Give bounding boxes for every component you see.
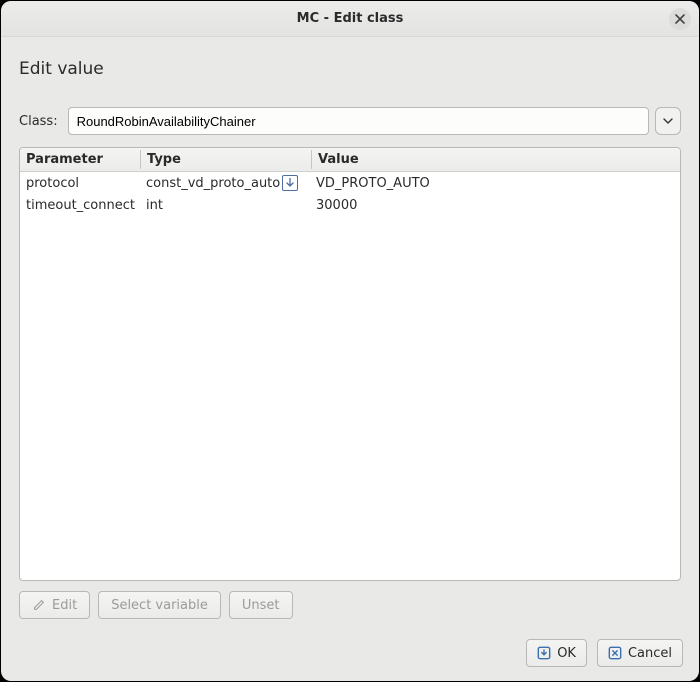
cell-value: 30000	[310, 194, 680, 216]
page-title: Edit value	[19, 59, 681, 79]
dialog-window: MC - Edit class Edit value Class: Parame…	[1, 1, 699, 681]
select-variable-button[interactable]: Select variable	[98, 591, 221, 619]
class-combobox	[68, 107, 681, 135]
chevron-down-icon	[663, 116, 673, 126]
class-label: Class:	[19, 114, 58, 129]
cell-parameter: timeout_connect	[20, 194, 140, 216]
close-icon	[675, 14, 685, 24]
unset-button[interactable]: Unset	[229, 591, 293, 619]
table-header: Parameter Type Value	[20, 148, 680, 172]
unset-label: Unset	[242, 598, 280, 613]
footer: OK Cancel	[1, 629, 699, 681]
content-area: Edit value Class: Parameter Type Value p…	[1, 37, 699, 629]
edit-button[interactable]: Edit	[19, 591, 90, 619]
class-dropdown-button[interactable]	[655, 107, 681, 135]
parameter-table: Parameter Type Value protocolconst_vd_pr…	[19, 147, 681, 581]
ok-label: OK	[557, 646, 576, 661]
titlebar: MC - Edit class	[1, 1, 699, 37]
cell-value: VD_PROTO_AUTO	[310, 172, 680, 194]
cell-parameter: protocol	[20, 172, 140, 194]
cancel-button[interactable]: Cancel	[597, 639, 683, 667]
cell-type: int	[140, 194, 310, 216]
type-glyph-icon	[282, 175, 298, 191]
header-value[interactable]: Value	[312, 148, 680, 171]
table-row[interactable]: protocolconst_vd_proto_autoVD_PROTO_AUTO	[20, 172, 680, 194]
header-type[interactable]: Type	[141, 148, 311, 171]
class-row: Class:	[19, 107, 681, 135]
cancel-icon	[608, 646, 622, 660]
window-title: MC - Edit class	[297, 11, 404, 26]
cancel-label: Cancel	[628, 646, 672, 661]
cell-type: const_vd_proto_auto	[140, 172, 310, 194]
toolbar: Edit Select variable Unset	[19, 591, 681, 619]
ok-button[interactable]: OK	[526, 639, 587, 667]
class-input[interactable]	[68, 107, 649, 135]
header-parameter[interactable]: Parameter	[20, 148, 140, 171]
table-row[interactable]: timeout_connectint30000	[20, 194, 680, 216]
table-body: protocolconst_vd_proto_autoVD_PROTO_AUTO…	[20, 172, 680, 580]
ok-icon	[537, 646, 551, 660]
select-variable-label: Select variable	[111, 598, 208, 613]
edit-button-label: Edit	[52, 598, 77, 613]
close-button[interactable]	[669, 8, 691, 30]
edit-icon	[32, 598, 46, 612]
